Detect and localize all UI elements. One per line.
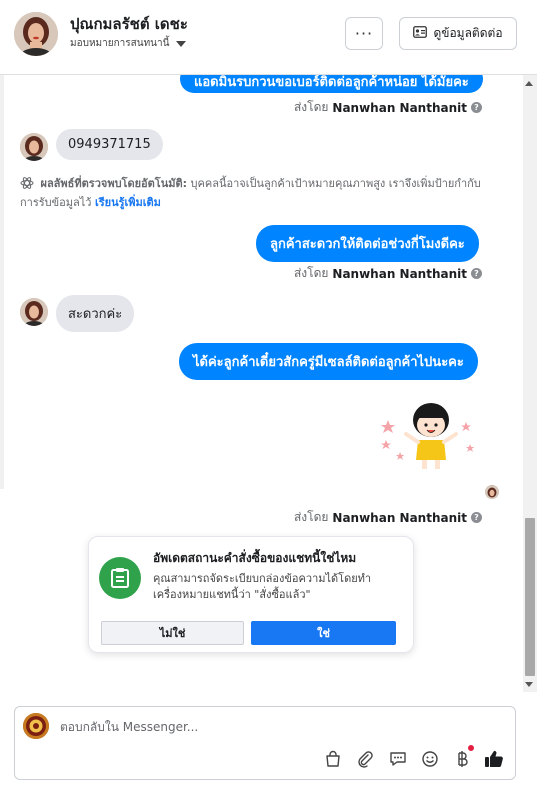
read-receipt-avatar [485, 485, 499, 499]
not-order-button[interactable]: ไม่ใช่ [101, 621, 244, 645]
outgoing-message[interactable]: แอดมินรบกวนขอเบอร์ติดต่อลูกค้าหน่อย ได้ม… [180, 75, 483, 93]
more-options-button[interactable]: ··· [345, 17, 383, 50]
sender-name: Nanwhan Nanthanit [332, 510, 467, 525]
conversation-header: ปุณกมลรัชต์ เดชะ มอบหมายการสนทนานี้ ··· … [0, 0, 537, 75]
incoming-message[interactable]: สะดวกค่ะ [56, 295, 135, 332]
sent-by-prefix: ส่งโดย [293, 510, 329, 524]
emoji-icon[interactable] [419, 748, 441, 770]
sender-name: Nanwhan Nanthanit [332, 100, 467, 115]
contact-name: ปุณกมลรัชต์ เดชะ [70, 15, 188, 33]
learn-more-link[interactable]: เรียนรู้เพิ่มเติม [95, 196, 161, 209]
order-card-title: อัพเดตสถานะคำสั่งซื้อของแชทนี้ใช่ไหม [153, 551, 357, 565]
order-card-description: คุณสามารถจัดระเบียบกล่องข้อความได้โดยทำเ… [153, 572, 372, 601]
view-contact-button[interactable]: ดูข้อมูลติดต่อ [399, 17, 517, 50]
more-icon: ··· [354, 24, 374, 43]
shopping-bag-icon[interactable] [322, 748, 344, 770]
baht-icon[interactable] [451, 748, 473, 770]
sent-by-prefix: ส่งโดย [293, 100, 329, 114]
scrollbar-thumb[interactable] [525, 518, 535, 676]
thumbs-up-icon[interactable] [483, 748, 505, 770]
scroll-down-arrow-icon[interactable] [525, 682, 533, 687]
mark-ordered-button[interactable]: ใช่ [251, 621, 396, 645]
outgoing-message[interactable]: ได้ค่ะลูกค้าเดี๋ยวสักครู่มีเซลล์ติดต่อลู… [179, 343, 478, 380]
notification-dot [468, 745, 474, 751]
outgoing-message[interactable]: ลูกค้าสะดวกให้ติดต่อช่วงกี่โมงดีคะ [256, 225, 479, 262]
sticker-image[interactable] [378, 400, 478, 472]
sparkle-icon [20, 176, 34, 195]
info-icon[interactable]: ? [471, 102, 482, 113]
saved-reply-icon[interactable] [387, 748, 409, 770]
contact-card-icon [413, 26, 428, 41]
auto-detect-notice: ผลลัพธ์ที่ตรวจพบโดยอัตโนมัติ: บุคคลนี้อา… [20, 176, 490, 211]
sent-by-line: ส่งโดย Nanwhan Nanthanit ? [294, 264, 482, 283]
incoming-message[interactable]: 0949371715 [56, 129, 163, 160]
sent-by-line: ส่งโดย Nanwhan Nanthanit ? [294, 508, 482, 527]
contact-avatar[interactable] [14, 12, 58, 56]
order-icon [99, 557, 141, 599]
paperclip-icon[interactable] [354, 748, 376, 770]
sent-by-line: ส่งโดย Nanwhan Nanthanit ? [294, 98, 482, 117]
assign-label: มอบหมายการสนทนานี้ [70, 38, 170, 49]
info-icon[interactable]: ? [471, 268, 482, 279]
sent-by-prefix: ส่งโดย [293, 266, 329, 280]
order-status-card: อัพเดตสถานะคำสั่งซื้อของแชทนี้ใช่ไหม คุณ… [88, 536, 414, 653]
contact-avatar-small [20, 298, 48, 326]
reply-input[interactable] [60, 718, 480, 736]
auto-detect-title: ผลลัพธ์ที่ตรวจพบโดยอัตโนมัติ: [40, 177, 188, 190]
view-contact-label: ดูข้อมูลติดต่อ [433, 26, 503, 40]
assign-conversation-dropdown[interactable]: มอบหมายการสนทนานี้ [70, 36, 187, 51]
info-icon[interactable]: ? [471, 512, 482, 523]
scroll-up-arrow-icon[interactable] [525, 81, 533, 86]
page-avatar [23, 713, 49, 739]
sender-name: Nanwhan Nanthanit [332, 266, 467, 281]
caret-down-icon [176, 40, 187, 47]
contact-avatar-small [20, 133, 48, 161]
